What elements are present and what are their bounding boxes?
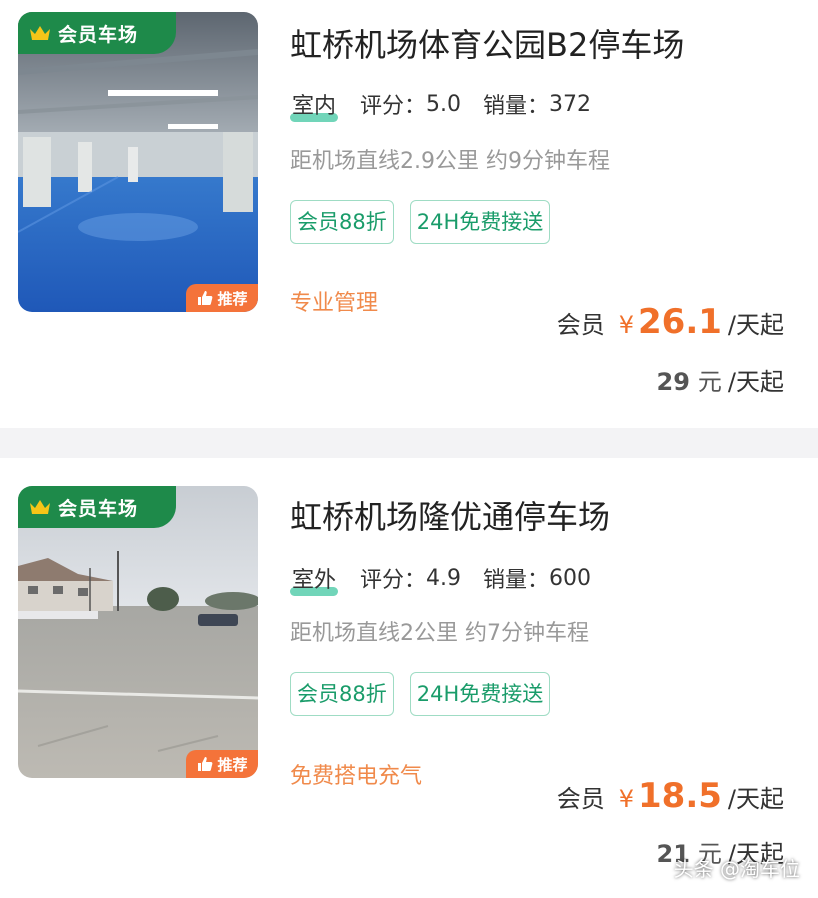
recommend-badge: 推荐 [186,284,258,312]
sales-value: 372 [549,91,592,117]
parking-lot-photo[interactable]: 会员车场 推荐 [18,486,258,778]
recommend-badge: 推荐 [186,750,258,778]
member-badge-label: 会员车场 [58,23,139,46]
thumbs-up-icon [198,291,213,305]
recommend-label: 推荐 [217,289,248,308]
crown-icon [30,26,50,40]
shuttle-tag: 24H免费接送 [409,200,551,244]
indoor-garage-image [18,12,258,312]
parking-lot-photo[interactable]: 会员车场 推荐 [18,12,258,312]
member-parking-badge: 会员车场 [18,12,176,54]
member-badge-label: 会员车场 [58,497,139,520]
price-unit: /天起 [727,311,784,339]
original-currency: 元 [697,368,722,396]
original-price-amount: 29 [656,368,690,396]
watermark: 头条 @淘车位 [673,857,800,881]
recommend-label: 推荐 [217,755,248,774]
sales-label: 销量： [483,94,550,119]
member-discount-tag: 会员88折 [290,200,394,244]
feature-text: 专业管理 [290,291,379,316]
listing-title[interactable]: 虹桥机场隆优通停车场 [290,492,610,538]
listing-meta: 室内 评分： 5.0 销量： 372 [290,88,592,122]
thumbs-up-icon [198,757,213,771]
rating-label: 评分： [360,94,427,119]
distance-info: 距机场直线2.9公里 约9分钟车程 [290,149,610,174]
original-price: 29 元 /天起 [657,362,785,397]
rating-value: 5.0 [426,91,462,117]
member-price: 会员 ¥ 26.1 /天起 [557,302,784,342]
tag-list: 会员88折 24H免费接送 [290,200,551,244]
member-price-label: 会员 [556,311,605,339]
member-price-amount: 26.1 [638,302,722,342]
member-parking-badge: 会员车场 [18,486,176,528]
original-price-unit: /天起 [727,368,784,396]
listing-title[interactable]: 虹桥机场体育公园B2停车场 [290,20,684,66]
parking-listing-card[interactable]: 会员车场 推荐 虹桥机场体育公园B2停车场 室内 评分： 5.0 销量： 372… [0,0,818,428]
currency-symbol: ¥ [618,311,635,339]
location-type: 室内 [290,88,339,122]
outdoor-lot-image [18,486,258,778]
crown-icon [30,500,50,514]
